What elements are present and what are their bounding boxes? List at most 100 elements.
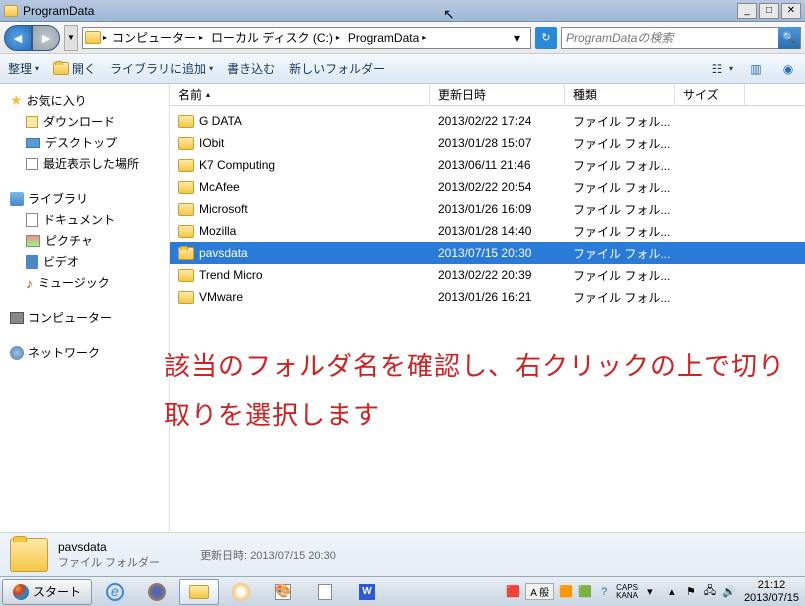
folder-icon (178, 181, 194, 194)
new-folder-button[interactable]: 新しいフォルダー (289, 60, 385, 77)
taskbar-firefox[interactable] (137, 579, 177, 605)
open-button[interactable]: 開く (53, 60, 96, 77)
column-date[interactable]: 更新日時 (430, 84, 565, 105)
folder-icon (10, 538, 48, 572)
titlebar: ProgramData _ □ ✕ (0, 0, 805, 22)
taskbar-word[interactable]: W (347, 579, 387, 605)
libraries-group[interactable]: ライブラリ (0, 188, 169, 209)
ime-help-icon[interactable]: ? (597, 585, 611, 599)
file-type: ファイル フォル... (565, 157, 675, 174)
breadcrumb-item[interactable]: ProgramData▸ (345, 31, 429, 45)
file-row[interactable]: K7 Computing2013/06/11 21:46ファイル フォル... (170, 154, 805, 176)
file-row[interactable]: pavsdata2013/07/15 20:30ファイル フォル... (170, 242, 805, 264)
file-row[interactable]: Microsoft2013/01/26 16:09ファイル フォル... (170, 198, 805, 220)
clock[interactable]: 21:12 2013/07/15 (744, 579, 799, 603)
file-type: ファイル フォル... (565, 179, 675, 196)
close-button[interactable]: ✕ (781, 3, 801, 19)
maximize-button[interactable]: □ (759, 3, 779, 19)
file-name: VMware (199, 290, 243, 304)
organize-menu[interactable]: 整理 ▾ (8, 60, 39, 77)
breadcrumb-item[interactable]: ローカル ディスク (C:)▸ (208, 29, 343, 46)
column-size[interactable]: サイズ (675, 84, 745, 105)
taskbar-paint[interactable] (263, 579, 303, 605)
help-button[interactable]: ◉ (779, 61, 797, 77)
ime-toolbar[interactable]: 🟥 A 般 🟧 🟩 ? CAPSKANA ▾ (506, 583, 657, 600)
taskbar-wmp[interactable]: ▶ (221, 579, 261, 605)
file-date: 2013/01/26 16:09 (430, 202, 565, 216)
column-headers: 名前 ▴ 更新日時 種類 サイズ (170, 84, 805, 106)
network-tray-icon[interactable]: 🖧 (703, 585, 717, 599)
address-dropdown[interactable]: ▾ (506, 27, 528, 49)
file-list[interactable]: G DATA2013/02/22 17:24ファイル フォル...IObit20… (170, 106, 805, 532)
computer-group[interactable]: コンピューター (0, 307, 169, 328)
chevron-right-icon[interactable]: ▸ (103, 33, 107, 42)
minimize-button[interactable]: _ (737, 3, 757, 19)
column-name[interactable]: 名前 ▴ (170, 84, 430, 105)
downloads-icon (26, 116, 38, 128)
explorer-icon (189, 585, 209, 599)
network-icon (10, 346, 24, 360)
music-icon: ♪ (26, 275, 33, 291)
star-icon: ★ (10, 92, 23, 109)
taskbar-explorer[interactable] (179, 579, 219, 605)
search-button[interactable]: 🔍 (778, 27, 800, 49)
tray-up-icon[interactable]: ▴ (665, 585, 679, 599)
file-type: ファイル フォル... (565, 245, 675, 262)
breadcrumb-item[interactable]: コンピューター▸ (109, 29, 206, 46)
sidebar-item-recent[interactable]: 最近表示した場所 (0, 153, 169, 174)
file-row[interactable]: Trend Micro2013/02/22 20:39ファイル フォル... (170, 264, 805, 286)
file-row[interactable]: VMware 2013/01/26 16:21ファイル フォル... (170, 286, 805, 308)
view-menu[interactable]: ☷▾ (708, 61, 733, 77)
ime-mode[interactable]: A 般 (525, 583, 554, 600)
search-input[interactable] (562, 31, 778, 45)
file-row[interactable]: McAfee2013/02/22 20:54ファイル フォル... (170, 176, 805, 198)
sort-asc-icon: ▴ (206, 90, 210, 99)
file-type: ファイル フォル... (565, 267, 675, 284)
column-type[interactable]: 種類 (565, 84, 675, 105)
sidebar-item-pictures[interactable]: ピクチャ (0, 230, 169, 251)
file-date: 2013/01/26 16:21 (430, 290, 565, 304)
sidebar-item-documents[interactable]: ドキュメント (0, 209, 169, 230)
ime-caps-kana[interactable]: CAPSKANA (616, 584, 638, 600)
command-bar: 整理 ▾ 開く ライブラリに追加 ▾ 書き込む 新しいフォルダー ☷▾ ▥ ◉ (0, 54, 805, 84)
flag-icon[interactable]: ⚑ (684, 585, 698, 599)
navigation-pane: ★お気に入り ダウンロード デスクトップ 最近表示した場所 ライブラリ ドキュメ… (0, 84, 170, 532)
details-type: ファイル フォルダー (58, 554, 160, 570)
preview-pane-button[interactable]: ▥ (747, 61, 765, 77)
file-row[interactable]: Mozilla2013/01/28 14:40ファイル フォル... (170, 220, 805, 242)
history-dropdown[interactable]: ▼ (64, 25, 78, 51)
ime-tool-icon[interactable]: 🟧 (559, 585, 573, 599)
file-row[interactable]: IObit2013/01/28 15:07ファイル フォル... (170, 132, 805, 154)
taskbar-notepad[interactable] (305, 579, 345, 605)
ime-pad-icon[interactable]: 🟩 (578, 585, 592, 599)
network-group[interactable]: ネットワーク (0, 342, 169, 363)
file-row[interactable]: G DATA2013/02/22 17:24ファイル フォル... (170, 110, 805, 132)
search-box[interactable]: 🔍 (561, 27, 801, 49)
file-type: ファイル フォル... (565, 289, 675, 306)
volume-icon[interactable]: 🔊 (722, 585, 736, 599)
back-button[interactable]: ◄ (4, 25, 32, 51)
folder-icon (178, 225, 194, 238)
refresh-button[interactable]: ↻ (535, 27, 557, 49)
address-bar[interactable]: ▸ コンピューター▸ ローカル ディスク (C:)▸ ProgramData▸ … (82, 27, 531, 49)
sidebar-item-music[interactable]: ♪ミュージック (0, 272, 169, 293)
burn-button[interactable]: 書き込む (227, 60, 275, 77)
sidebar-item-videos[interactable]: ビデオ (0, 251, 169, 272)
system-tray[interactable]: ▴ ⚑ 🖧 🔊 (665, 585, 736, 599)
ime-icon[interactable]: 🟥 (506, 585, 520, 599)
file-date: 2013/07/15 20:30 (430, 246, 565, 260)
start-button[interactable]: スタート (2, 579, 92, 605)
chevron-down-icon[interactable]: ▾ (643, 585, 657, 599)
file-type: ファイル フォル... (565, 223, 675, 240)
sidebar-item-downloads[interactable]: ダウンロード (0, 111, 169, 132)
sidebar-item-desktop[interactable]: デスクトップ (0, 132, 169, 153)
folder-icon (178, 247, 194, 260)
favorites-group[interactable]: ★お気に入り (0, 90, 169, 111)
file-name: K7 Computing (199, 158, 275, 172)
details-name: pavsdata (58, 540, 160, 554)
folder-icon (178, 159, 194, 172)
clock-time: 21:12 (758, 579, 786, 591)
taskbar-ie[interactable] (95, 579, 135, 605)
forward-button[interactable]: ► (32, 25, 60, 51)
add-to-library-menu[interactable]: ライブラリに追加 ▾ (110, 60, 213, 77)
